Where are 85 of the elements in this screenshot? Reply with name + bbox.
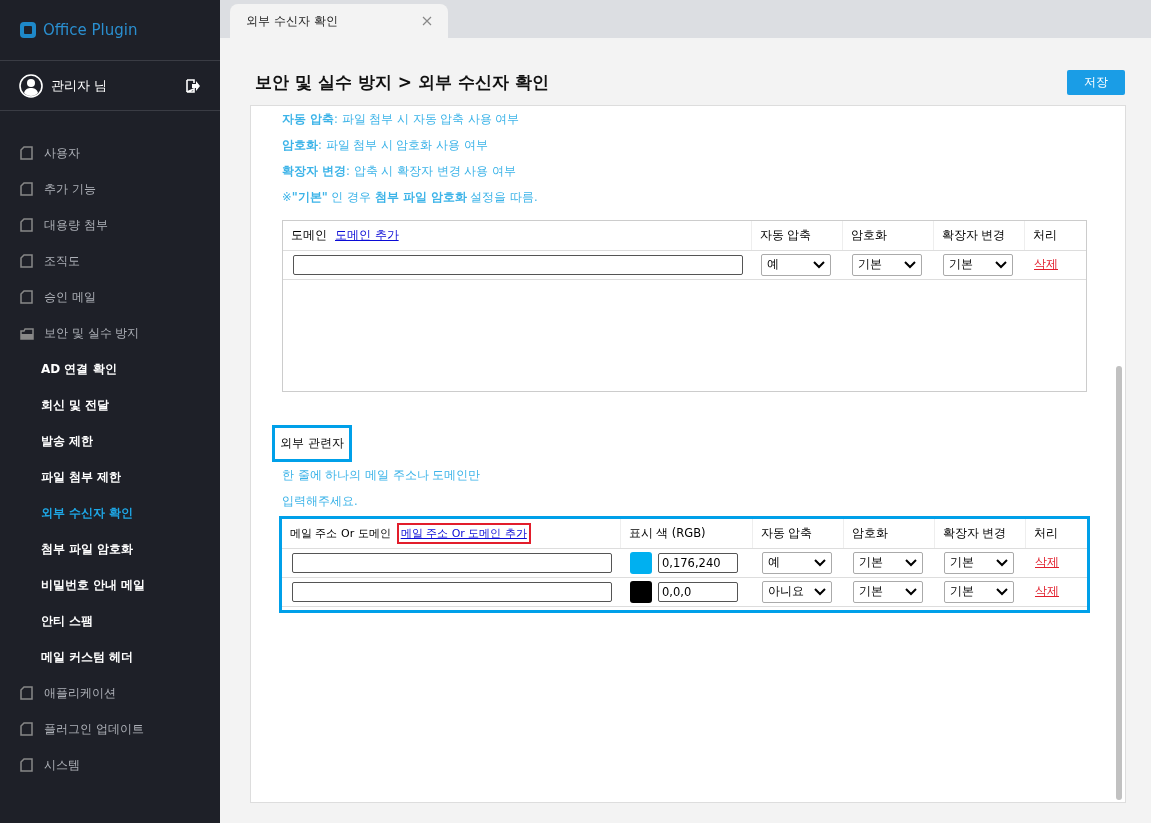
column-header: 자동 압축 <box>760 525 813 540</box>
column-header: 자동 압축 <box>759 227 812 242</box>
chevron-down-icon <box>996 587 1008 596</box>
color-swatch[interactable] <box>630 551 652 574</box>
delete-link[interactable]: 삭제 <box>1035 555 1059 569</box>
close-icon <box>422 16 432 26</box>
info-text: 확장자 변경: 압축 시 확장자 변경 사용 여부 <box>282 163 517 180</box>
info-text: 자동 압축: 파일 첨부 시 자동 압축 사용 여부 <box>282 111 521 128</box>
page-title: 보안 및 실수 방지 > 외부 수신자 확인 <box>255 71 549 94</box>
folder-icon <box>20 290 34 304</box>
column-header: 암호화 <box>851 525 888 540</box>
dropdown[interactable]: 기본 <box>852 253 922 276</box>
sidebar-item[interactable]: 조직도 <box>0 243 220 279</box>
folder-icon <box>20 326 34 340</box>
info-text: 한 줄에 하나의 메일 주소나 도메인만 <box>282 467 482 484</box>
info-text: 입력해주세요. <box>282 493 359 510</box>
sidebar-subitem[interactable]: 첨부 파일 암호화 <box>0 531 220 567</box>
delete-link[interactable]: 삭제 <box>1034 257 1058 271</box>
folder-icon <box>20 254 34 268</box>
info-text: ※"기본" 인 경우 첨부 파일 암호화 설정을 따름. <box>282 189 539 206</box>
sidebar-subitem[interactable]: 안티 스팸 <box>0 603 220 639</box>
sidebar-subitem[interactable]: 메일 커스텀 헤더 <box>0 639 220 675</box>
add-link[interactable]: 메일 주소 Or 도메인 추가 <box>396 522 531 544</box>
folder-icon <box>20 758 34 772</box>
sidebar-subitem[interactable]: 발송 제한 <box>0 423 220 459</box>
column-header: 도메인 <box>291 227 327 243</box>
dropdown[interactable]: 아니요 <box>762 580 832 603</box>
sidebar-subitem[interactable]: 회신 및 전달 <box>0 387 220 423</box>
info-text: 암호화: 파일 첨부 시 암호화 사용 여부 <box>282 137 489 154</box>
dropdown[interactable]: 예 <box>762 551 832 574</box>
chevron-down-icon <box>814 587 826 596</box>
sidebar-item[interactable]: 승인 메일 <box>0 279 220 315</box>
folder-icon <box>20 218 34 232</box>
color-swatch[interactable] <box>630 580 652 603</box>
sidebar-item[interactable]: 사용자 <box>0 135 220 171</box>
sidebar-item[interactable]: 추가 기능 <box>0 171 220 207</box>
scrollbar[interactable] <box>1116 366 1122 800</box>
add-link[interactable]: 도메인 추가 <box>333 226 401 244</box>
sidebar-subitem[interactable]: AD 연결 확인 <box>0 351 220 387</box>
column-header: 표시 색 (RGB) <box>628 525 706 540</box>
text-input[interactable] <box>293 254 743 275</box>
chevron-down-icon <box>905 587 917 596</box>
user-name: 관리자 님 <box>51 76 109 95</box>
chevron-down-icon <box>813 260 825 269</box>
dropdown[interactable]: 기본 <box>944 551 1014 574</box>
folder-icon <box>20 722 34 736</box>
tab[interactable]: 외부 수신자 확인 <box>230 4 448 38</box>
column-header: 확장자 변경 <box>942 525 1007 540</box>
sidebar-subitem[interactable]: 외부 수신자 확인 <box>0 495 220 531</box>
app-logo-text: Office Plugin <box>43 21 138 39</box>
chevron-down-icon <box>996 558 1008 567</box>
chevron-down-icon <box>904 260 916 269</box>
logout-button[interactable] <box>186 78 200 93</box>
folder-icon <box>20 686 34 700</box>
column-header: 처리 <box>1032 227 1057 242</box>
column-header: 처리 <box>1033 525 1058 540</box>
text-input[interactable] <box>292 552 612 573</box>
sidebar-item[interactable]: 보안 및 실수 방지 <box>0 315 220 351</box>
dropdown[interactable]: 기본 <box>853 551 923 574</box>
avatar-icon <box>19 73 43 98</box>
logo-icon <box>19 21 37 39</box>
sidebar-item[interactable]: 시스템 <box>0 747 220 783</box>
folder-icon <box>20 146 34 160</box>
dropdown[interactable]: 기본 <box>944 580 1014 603</box>
chevron-down-icon <box>995 260 1007 269</box>
rgb-input[interactable]: 0,0,0 <box>658 581 738 602</box>
folder-icon <box>20 182 34 196</box>
delete-link[interactable]: 삭제 <box>1035 584 1059 598</box>
sidebar-item[interactable]: 대용량 첨부 <box>0 207 220 243</box>
sidebar-item[interactable]: 플러그인 업데이트 <box>0 711 220 747</box>
chevron-down-icon <box>905 558 917 567</box>
sidebar-subitem[interactable]: 파일 첨부 제한 <box>0 459 220 495</box>
section-label: 외부 관련자 <box>272 425 352 462</box>
logout-icon <box>186 78 200 93</box>
chevron-down-icon <box>814 558 826 567</box>
sidebar-subitem[interactable]: 비밀번호 안내 메일 <box>0 567 220 603</box>
sidebar-item[interactable]: 애플리케이션 <box>0 675 220 711</box>
dropdown[interactable]: 기본 <box>943 253 1013 276</box>
text-input[interactable] <box>292 581 612 602</box>
column-header: 메일 주소 Or 도메인 <box>290 525 391 541</box>
rgb-input[interactable]: 0,176,240 <box>658 552 738 573</box>
dropdown[interactable]: 예 <box>761 253 831 276</box>
column-header: 확장자 변경 <box>941 227 1006 242</box>
column-header: 암호화 <box>850 227 887 242</box>
dropdown[interactable]: 기본 <box>853 580 923 603</box>
